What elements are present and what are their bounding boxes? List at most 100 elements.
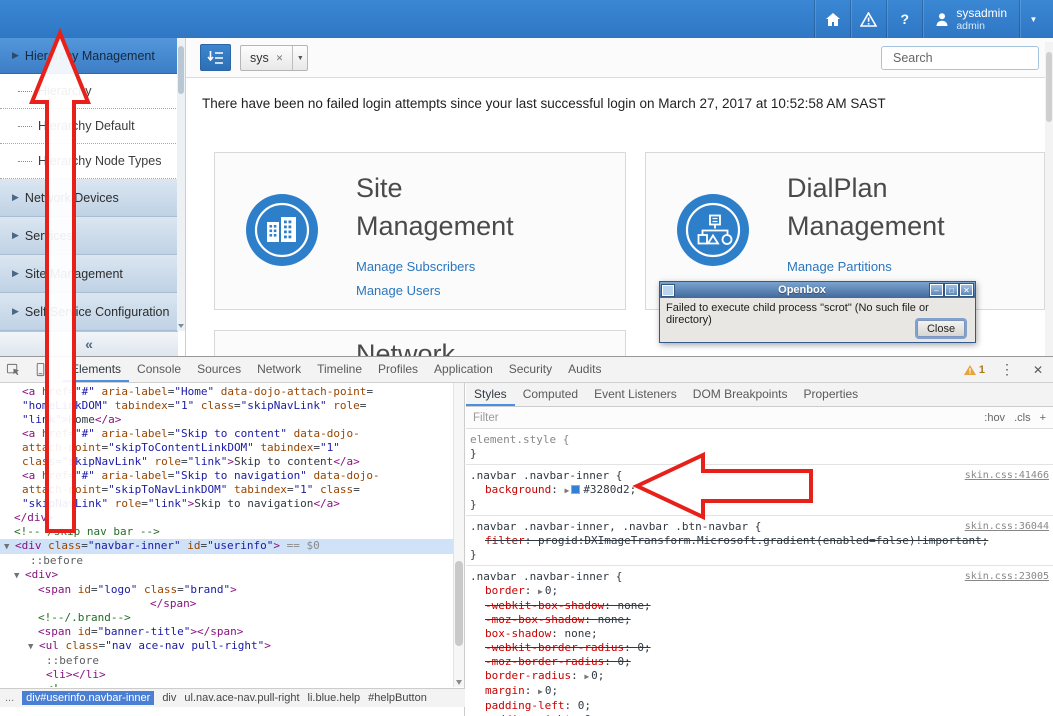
sidebar-item-services[interactable]: ▶ Services — [0, 217, 178, 255]
dom-tree-line[interactable]: <a href="#" aria-label="Skip to content"… — [0, 427, 453, 441]
styles-subtab-event-listeners[interactable]: Event Listeners — [586, 383, 685, 406]
dom-tree-line[interactable]: class="skipNavLink" role="link">Skip to … — [0, 455, 453, 469]
sidebar-item-hierarchy-default[interactable]: Hierarchy Default — [0, 109, 178, 144]
devtools-tab-application[interactable]: Application — [426, 357, 501, 382]
style-property[interactable]: box-shadow: none; — [470, 627, 1049, 641]
breadcrumb-item[interactable]: div — [162, 692, 176, 704]
dom-tree-line[interactable]: </span> — [0, 597, 453, 611]
new-style-rule-button[interactable]: + — [1040, 412, 1046, 424]
devtools-tab-timeline[interactable]: Timeline — [309, 357, 370, 382]
style-property[interactable]: margin: ▶0; — [470, 684, 1049, 699]
dom-tree-line[interactable]: <span id="logo" class="brand"> — [0, 583, 453, 597]
stylesheet-link[interactable]: skin.css:36044 — [965, 520, 1049, 534]
style-property[interactable]: filter: progid:DXImageTransform.Microsof… — [470, 534, 1049, 548]
style-property[interactable]: padding-left: 0; — [470, 699, 1049, 713]
search-input[interactable] — [893, 51, 1053, 65]
devtools-menu-icon[interactable]: ⋮ — [991, 361, 1023, 378]
expand-arrow-icon[interactable]: ▶ — [538, 687, 543, 696]
tab-sys-main[interactable]: sys ✕ — [241, 46, 292, 70]
dom-tree-line[interactable]: ▼<ul class="nav ace-nav pull-right"> — [0, 639, 453, 654]
style-property[interactable]: border: ▶0; — [470, 584, 1049, 599]
scrollbar-down-arrow[interactable] — [456, 680, 462, 685]
sidebar-item-hierarchy-node-types[interactable]: Hierarchy Node Types — [0, 144, 178, 179]
help-button[interactable]: ? — [886, 0, 922, 38]
styles-subtab-properties[interactable]: Properties — [795, 383, 866, 406]
devtools-tab-audits[interactable]: Audits — [560, 357, 609, 382]
style-property[interactable]: border-radius: ▶0; — [470, 669, 1049, 684]
stylesheet-link[interactable]: skin.css:23005 — [965, 570, 1049, 584]
stylesheet-link[interactable]: skin.css:41466 — [965, 469, 1049, 483]
home-button[interactable] — [814, 0, 850, 38]
breadcrumb-item-selected[interactable]: div#userinfo.navbar-inner — [22, 691, 154, 705]
close-window-button[interactable]: ✕ — [960, 284, 973, 296]
expand-arrow-icon[interactable]: ▶ — [538, 587, 543, 596]
main-scrollbar[interactable] — [1045, 42, 1053, 356]
styles-subtab-computed[interactable]: Computed — [515, 383, 586, 406]
dom-tree-line[interactable]: "homeLinkDOM" tabindex="1" class="skipNa… — [0, 399, 453, 413]
color-swatch[interactable] — [571, 485, 580, 494]
sidebar-item-hierarchy-management[interactable]: ▶ Hierarchy Management — [0, 38, 178, 74]
dialog-titlebar[interactable]: Openbox – □ ✕ — [660, 282, 975, 298]
styles-subtab-dom-breakpoints[interactable]: DOM Breakpoints — [685, 383, 796, 406]
breadcrumb-item[interactable]: #helpButton — [368, 692, 427, 704]
pseudo-state-toggle[interactable]: :hov — [984, 412, 1005, 424]
expand-arrow-icon[interactable]: ▶ — [564, 486, 569, 495]
sidebar-item-hierarchy[interactable]: Hierarchy — [0, 74, 178, 109]
rule-selector[interactable]: element.style { — [470, 433, 1049, 447]
dom-tree-line[interactable]: ::before — [0, 654, 453, 668]
sidebar-item-network-devices[interactable]: ▶ Network Devices — [0, 179, 178, 217]
user-menu-caret[interactable]: ▼ — [1019, 0, 1047, 38]
sidebar-item-site-management[interactable]: ▶ Site Management — [0, 255, 178, 293]
sidebar-collapse-button[interactable]: « — [0, 331, 178, 356]
breadcrumb-item[interactable]: ul.nav.ace-nav.pull-right — [184, 692, 299, 704]
link-manage-partitions[interactable]: Manage Partitions — [787, 255, 892, 279]
dom-tree-line[interactable]: "skipNavLink" role="link">Skip to naviga… — [0, 497, 453, 511]
sidebar-scrollbar[interactable] — [177, 38, 185, 331]
rule-selector[interactable]: .navbar .navbar-inner, .navbar .btn-navb… — [470, 520, 957, 534]
maximize-button[interactable]: □ — [945, 284, 958, 296]
tab-sys[interactable]: sys ✕ ▼ — [240, 45, 308, 71]
devtools-tab-profiles[interactable]: Profiles — [370, 357, 426, 382]
scrollbar-thumb[interactable] — [1046, 52, 1052, 122]
tab-dropdown[interactable]: ▼ — [292, 46, 307, 70]
dom-tree-line[interactable]: ▼<div class="navbar-inner" id="userinfo"… — [0, 539, 453, 554]
style-property[interactable]: -webkit-box-shadow: none; — [470, 599, 1049, 613]
style-property[interactable]: -moz-border-radius: 0; — [470, 655, 1049, 669]
expand-arrow-icon[interactable]: ▶ — [584, 672, 589, 681]
scrollbar-thumb[interactable] — [178, 46, 184, 94]
alerts-button[interactable] — [850, 0, 886, 38]
rule-selector[interactable]: .navbar .navbar-inner { — [470, 469, 957, 483]
sidebar-item-self-service-configuration[interactable]: ▶ Self Service Configuration — [0, 293, 178, 331]
tab-close-icon[interactable]: ✕ — [276, 53, 284, 64]
dom-tree-line[interactable]: <a href="#" aria-label="Home" data-dojo-… — [0, 385, 453, 399]
user-menu[interactable]: sysadmin admin — [922, 0, 1019, 38]
class-toggle[interactable]: .cls — [1014, 412, 1031, 424]
styles-subtab-styles[interactable]: Styles — [466, 383, 515, 406]
breadcrumb-item[interactable]: li.blue.help — [308, 692, 361, 704]
devtools-close-icon[interactable]: ✕ — [1023, 363, 1053, 377]
dom-tree-line[interactable]: <span id="banner-title"></span> — [0, 625, 453, 639]
close-button[interactable]: Close — [917, 320, 965, 337]
scrollbar-thumb[interactable] — [455, 561, 463, 646]
elements-scrollbar[interactable] — [453, 383, 464, 687]
devtools-tab-sources[interactable]: Sources — [189, 357, 249, 382]
dom-tree-line[interactable]: ::before — [0, 554, 453, 568]
inspect-element-icon[interactable] — [0, 362, 27, 377]
dom-tree-line[interactable]: <li></li> — [0, 668, 453, 682]
styles-filter-input[interactable]: Filter — [473, 412, 499, 424]
hierarchy-menu-button[interactable] — [200, 44, 231, 71]
devtools-tab-network[interactable]: Network — [249, 357, 309, 382]
style-property[interactable]: -moz-box-shadow: none; — [470, 613, 1049, 627]
console-warning-badge[interactable]: 1 — [958, 364, 991, 376]
link-manage-users[interactable]: Manage Users — [356, 279, 475, 303]
style-property[interactable]: background: ▶#3280d2; — [470, 483, 1049, 498]
minimize-button[interactable]: – — [930, 284, 943, 296]
dom-tree-line[interactable]: "link">Home</a> — [0, 413, 453, 427]
devtools-tab-elements[interactable]: Elements — [63, 357, 129, 382]
devtools-tab-console[interactable]: Console — [129, 357, 189, 382]
device-toolbar-icon[interactable] — [27, 362, 54, 377]
dom-tree-line[interactable]: </div> — [0, 511, 453, 525]
style-property[interactable]: -webkit-border-radius: 0; — [470, 641, 1049, 655]
dom-tree-line[interactable]: <!-- /skip nav bar --> — [0, 525, 453, 539]
rule-selector[interactable]: .navbar .navbar-inner { — [470, 570, 957, 584]
